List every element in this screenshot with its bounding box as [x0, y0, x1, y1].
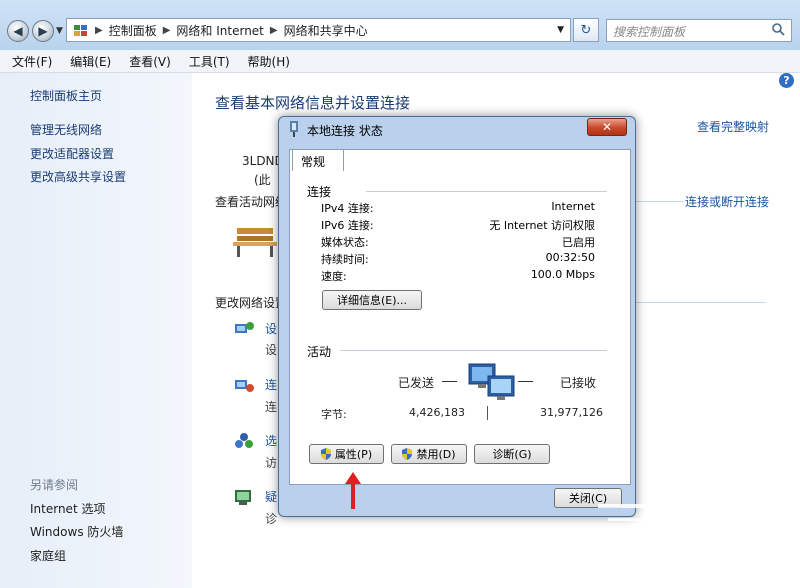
divider: [636, 302, 766, 303]
dialog-close-button[interactable]: ✕: [587, 118, 627, 136]
search-icon[interactable]: [772, 23, 785, 39]
media-state-value: 已启用: [562, 236, 595, 249]
ipv4-label: IPv4 连接:: [321, 202, 374, 215]
internet-options-link[interactable]: Internet 选项: [30, 500, 105, 517]
back-button[interactable]: ◀: [7, 20, 29, 42]
speed-value: 100.0 Mbps: [530, 268, 595, 281]
windows-firewall-link[interactable]: Windows 防火墙: [30, 523, 123, 540]
computer-name-suffix: (此: [254, 173, 271, 187]
connect-disconnect-link[interactable]: 连接或断开连接: [685, 193, 769, 210]
details-button[interactable]: 详细信息(E)...: [322, 290, 422, 310]
help-icon[interactable]: ?: [779, 73, 794, 88]
control-panel-home-link[interactable]: 控制面板主页: [30, 87, 102, 104]
see-also-heading: 另请参阅: [30, 478, 79, 492]
refresh-button[interactable]: ↻: [573, 18, 599, 42]
network-adapter-icon: [287, 121, 301, 137]
properties-button[interactable]: 属性(P): [309, 444, 384, 464]
duration-value: 00:32:50: [545, 251, 595, 264]
task-homegroup-desc: 访: [265, 456, 278, 470]
breadcrumb-network-sharing-center[interactable]: 网络和共享中心: [284, 22, 368, 39]
uac-shield-icon: [320, 448, 331, 460]
ipv6-value: 无 Internet 访问权限: [489, 219, 595, 232]
activity-divider: [487, 406, 488, 420]
new-connection-icon: [233, 320, 255, 338]
change-settings-heading: 更改网络设置: [215, 296, 288, 310]
breadcrumb-separator: ▶: [95, 24, 103, 36]
group-divider: [366, 191, 607, 192]
address-dropdown-icon[interactable]: ▼: [557, 25, 564, 35]
ipv6-label: IPv6 连接:: [321, 219, 374, 232]
sent-label: 已发送: [398, 376, 435, 390]
activity-group-label: 活动: [307, 345, 332, 359]
group-divider: [340, 350, 607, 351]
bytes-sent-value: 4,426,183: [409, 406, 465, 419]
view-full-map-link[interactable]: 查看完整映射: [697, 118, 769, 135]
connect-network-icon: [233, 376, 255, 394]
task-setup-desc: 设: [265, 343, 278, 357]
breadcrumb-separator: ▶: [162, 24, 171, 36]
arrow-left-icon: ◀: [13, 24, 23, 38]
breadcrumb-separator: ▶: [269, 24, 278, 36]
task-troubleshoot-link[interactable]: 疑: [265, 488, 277, 505]
bench-icon: [233, 224, 279, 261]
menu-help[interactable]: 帮助(H): [239, 53, 299, 70]
ipv4-value: Internet: [551, 200, 595, 213]
homegroup-link[interactable]: 家庭组: [30, 547, 66, 564]
tab-general[interactable]: 常规: [292, 149, 344, 171]
arrow-right-icon: ▶: [38, 24, 48, 38]
received-line: [518, 381, 533, 382]
task-homegroup-link[interactable]: 选: [265, 432, 277, 449]
divider: [636, 201, 684, 202]
breadcrumb-control-panel[interactable]: 控制面板: [109, 22, 157, 39]
change-adapter-settings-link[interactable]: 更改适配器设置: [30, 145, 114, 162]
task-connect-desc: 连: [265, 400, 278, 414]
sent-line: [442, 381, 457, 382]
menu-edit[interactable]: 编辑(E): [61, 53, 120, 70]
received-label: 已接收: [560, 376, 597, 390]
task-setup-link[interactable]: 设: [265, 320, 277, 337]
refresh-icon: ↻: [580, 22, 592, 38]
task-connect-link[interactable]: 连: [265, 376, 277, 393]
bytes-received-value: 31,977,126: [540, 406, 603, 419]
connection-group-label: 连接: [307, 185, 332, 199]
bytes-label: 字节:: [321, 408, 347, 421]
menu-bar: 文件(F) 编辑(E) 查看(V) 工具(T) 帮助(H): [0, 50, 800, 73]
disable-button-label: 禁用(D): [416, 448, 456, 461]
control-panel-icon: [74, 25, 87, 36]
disable-button[interactable]: 禁用(D): [391, 444, 467, 464]
duration-label: 持续时间:: [321, 253, 369, 266]
change-advanced-sharing-link[interactable]: 更改高级共享设置: [30, 168, 126, 185]
page-title: 查看基本网络信息并设置连接: [215, 94, 411, 112]
task-troubleshoot-desc: 诊: [265, 512, 278, 526]
diagnose-button-label: 诊断(G): [492, 448, 532, 461]
menu-file[interactable]: 文件(F): [0, 53, 61, 70]
forward-button[interactable]: ▶: [32, 20, 54, 42]
network-computers-icon: [466, 362, 520, 409]
media-state-label: 媒体状态:: [321, 236, 369, 249]
manage-wireless-link[interactable]: 管理无线网络: [30, 121, 102, 138]
search-placeholder: 搜索控制面板: [613, 25, 686, 39]
properties-button-label: 属性(P): [334, 448, 373, 461]
watermark-logo: [588, 492, 788, 572]
diagnose-button[interactable]: 诊断(G): [474, 444, 550, 464]
address-bar[interactable]: ▶ 控制面板 ▶ 网络和 Internet ▶ 网络和共享中心 ▼: [66, 18, 571, 42]
menu-tools[interactable]: 工具(T): [180, 53, 239, 70]
close-icon: ✕: [601, 120, 613, 134]
red-arrow-annotation: [343, 472, 363, 510]
tab-general-label: 常规: [301, 155, 326, 169]
troubleshoot-icon: [233, 488, 255, 506]
recent-pages-dropdown[interactable]: ▼: [56, 26, 63, 36]
active-networks-heading: 查看活动网络: [215, 195, 288, 209]
breadcrumb-network-internet[interactable]: 网络和 Internet: [176, 22, 263, 39]
details-button-label: 详细信息(E)...: [336, 294, 408, 307]
dialog-title: 本地连接 状态: [307, 124, 383, 138]
speed-label: 速度:: [321, 270, 347, 283]
search-input[interactable]: 搜索控制面板: [606, 19, 792, 42]
uac-shield-icon: [402, 448, 413, 460]
homegroup-icon: [233, 432, 255, 450]
menu-view[interactable]: 查看(V): [120, 53, 180, 70]
